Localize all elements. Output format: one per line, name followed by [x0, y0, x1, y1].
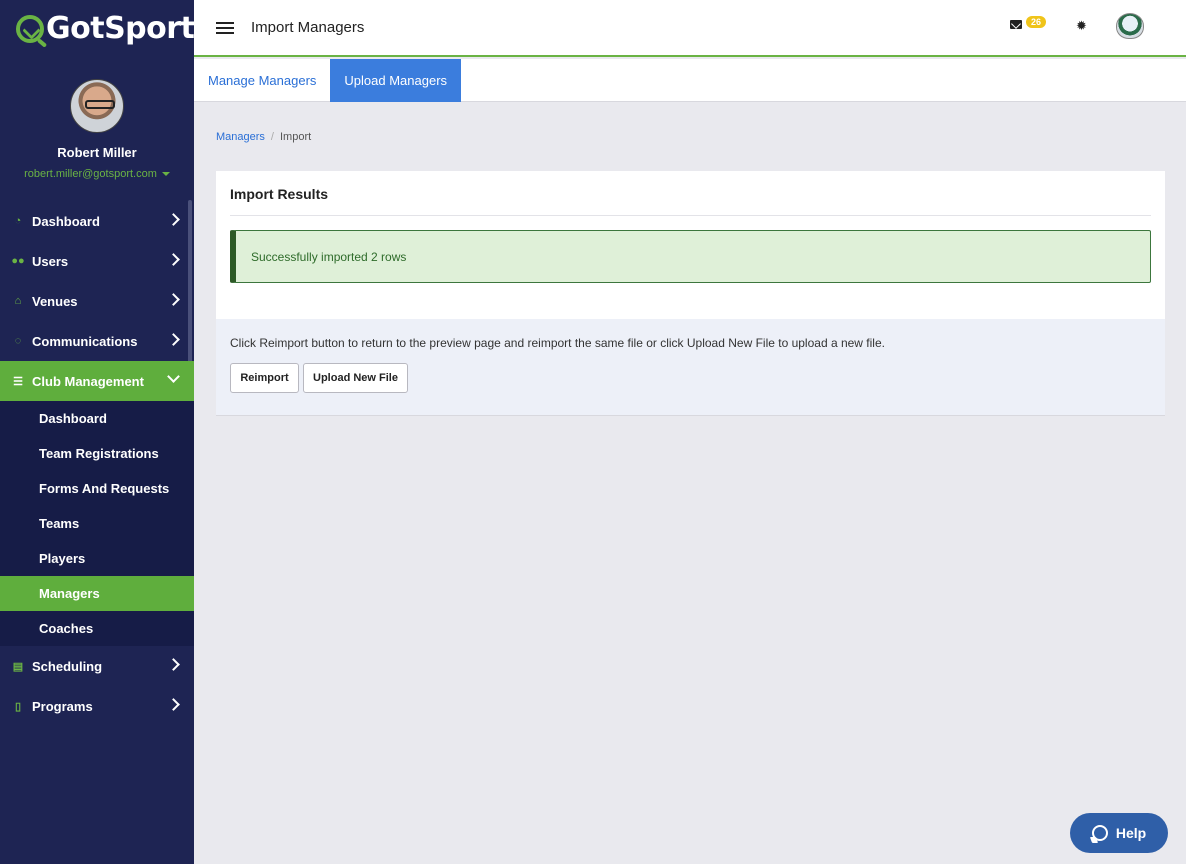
- sidebar-item-label: Dashboard: [32, 213, 100, 229]
- tab-manage-managers[interactable]: Manage Managers: [194, 59, 330, 102]
- sidebar-item-scheduling[interactable]: ▤ Scheduling: [0, 646, 194, 686]
- logo-bar: GotSport: [0, 0, 195, 57]
- upload-new-file-button[interactable]: Upload New File: [303, 363, 408, 393]
- document-icon: ▯: [14, 700, 22, 713]
- subnav-item-managers[interactable]: Managers: [0, 576, 194, 611]
- breadcrumb: Managers / Import: [216, 131, 311, 143]
- subnav-item-coaches[interactable]: Coaches: [0, 611, 194, 646]
- logo-text: GotSport: [46, 11, 195, 46]
- subnav-item-forms-and-requests[interactable]: Forms And Requests: [0, 471, 194, 506]
- sidebar-nav: ◔ Dashboard ●● Users ⌂ Venues ◌ Communic…: [0, 201, 194, 726]
- mail-button[interactable]: [1010, 20, 1022, 29]
- sidebar-item-club-management[interactable]: ☰ Club Management: [0, 361, 194, 401]
- tab-upload-managers[interactable]: Upload Managers: [330, 59, 462, 102]
- chevron-right-icon: [167, 253, 180, 266]
- sidebar-item-communications[interactable]: ◌ Communications: [0, 321, 194, 361]
- card-footer: Click Reimport button to return to the p…: [216, 319, 1165, 415]
- chevron-right-icon: [167, 333, 180, 346]
- sidebar: GotSport Robert Miller robert.miller@got…: [0, 0, 195, 864]
- breadcrumb-managers-link[interactable]: Managers: [216, 131, 265, 143]
- sidebar-item-label: Venues: [32, 293, 78, 309]
- sidebar-item-venues[interactable]: ⌂ Venues: [0, 281, 194, 321]
- chevron-right-icon: [167, 698, 180, 711]
- mail-count-badge: 26: [1026, 16, 1047, 28]
- user-email-dropdown[interactable]: robert.miller@gotsport.com: [24, 168, 170, 180]
- caret-down-icon: [161, 172, 170, 176]
- logo-mark-icon: [16, 14, 44, 43]
- user-name: Robert Miller: [57, 145, 137, 160]
- top-bar: Import Managers 26 ✹: [194, 0, 1186, 57]
- hamburger-menu-icon[interactable]: [216, 21, 234, 34]
- chevron-right-icon: [167, 213, 180, 226]
- success-alert-text: Successfully imported 2 rows: [251, 249, 407, 264]
- card-divider: [230, 215, 1151, 216]
- gear-icon[interactable]: ✹: [1076, 18, 1087, 34]
- sidebar-item-programs[interactable]: ▯ Programs: [0, 686, 194, 726]
- chevron-down-icon: [167, 370, 180, 383]
- card-title: Import Results: [230, 186, 329, 202]
- subnav-item-team-registrations[interactable]: Team Registrations: [0, 436, 194, 471]
- club-logo-avatar[interactable]: [1116, 13, 1144, 39]
- envelope-icon: [1010, 20, 1022, 29]
- breadcrumb-separator: /: [270, 131, 274, 143]
- instructions-text: Click Reimport button to return to the p…: [230, 336, 885, 350]
- chat-bubble-icon: [1091, 825, 1108, 841]
- chevron-right-icon: [167, 293, 180, 306]
- home-icon: ⌂: [14, 295, 22, 307]
- success-alert: Successfully imported 2 rows: [230, 230, 1151, 283]
- tab-bar: Manage Managers Upload Managers: [194, 59, 1186, 102]
- sidebar-item-label: Scheduling: [32, 658, 103, 674]
- import-results-card: Import Results Successfully imported 2 r…: [216, 171, 1165, 416]
- users-icon: ●●: [11, 255, 25, 267]
- dashboard-icon: ◔: [14, 215, 22, 227]
- page-title: Import Managers: [251, 19, 365, 36]
- list-icon: ☰: [13, 375, 23, 388]
- sidebar-item-label: Club Management: [32, 373, 144, 389]
- sidebar-item-dashboard[interactable]: ◔ Dashboard: [0, 201, 194, 241]
- avatar[interactable]: [70, 79, 124, 133]
- sidebar-item-label: Communications: [32, 333, 138, 349]
- help-button[interactable]: Help: [1070, 813, 1168, 853]
- reimport-button[interactable]: Reimport: [230, 363, 299, 393]
- sidebar-item-users[interactable]: ●● Users: [0, 241, 194, 281]
- user-email: robert.miller@gotsport.com: [24, 168, 157, 180]
- subnav-item-players[interactable]: Players: [0, 541, 194, 576]
- sidebar-item-label: Users: [32, 253, 69, 269]
- sidebar-item-label: Programs: [32, 698, 93, 714]
- gotsport-logo[interactable]: GotSport: [16, 11, 195, 46]
- subnav-item-dashboard[interactable]: Dashboard: [0, 401, 194, 436]
- subnav-item-teams[interactable]: Teams: [0, 506, 194, 541]
- breadcrumb-current: Import: [279, 131, 312, 143]
- help-label: Help: [1115, 825, 1147, 841]
- calendar-icon: ▤: [12, 660, 24, 673]
- chevron-right-icon: [167, 658, 180, 671]
- chat-icon: ◌: [14, 335, 22, 347]
- club-management-submenu: Dashboard Team Registrations Forms And R…: [0, 401, 194, 646]
